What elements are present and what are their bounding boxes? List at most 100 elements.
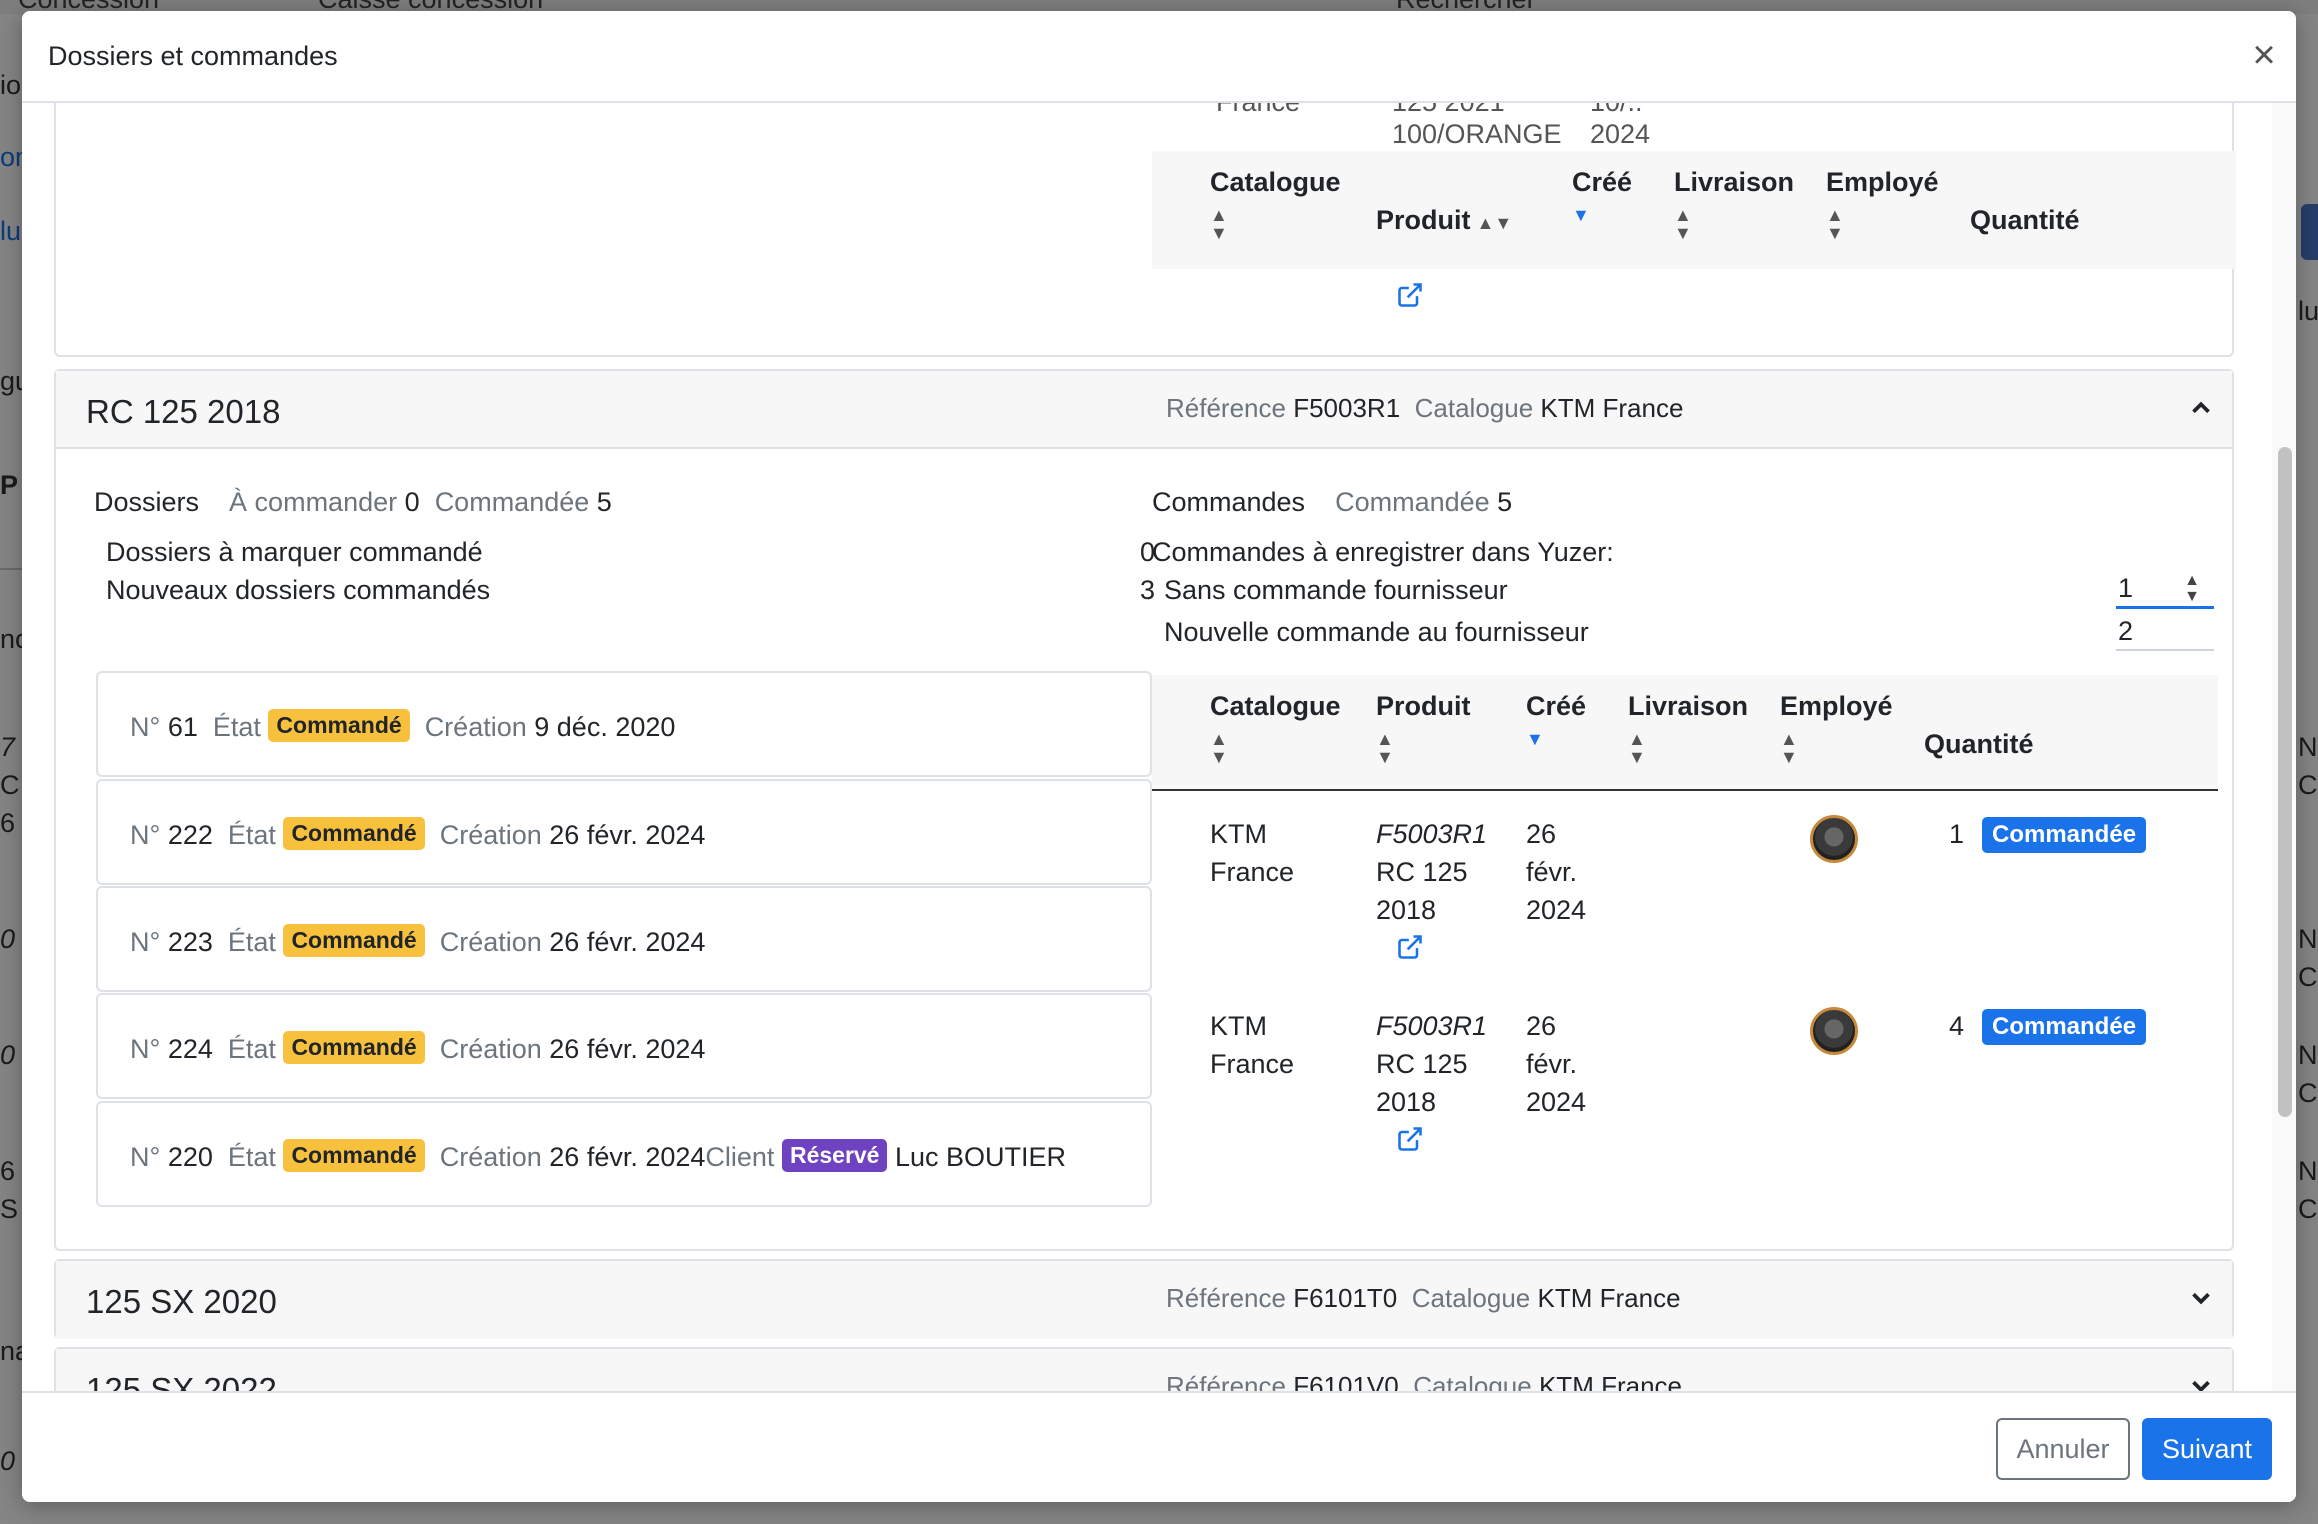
cree-cell: 26 févr. 2024 — [1526, 1007, 1586, 1121]
etat-label: État — [227, 927, 276, 957]
modal-footer: Annuler Suivant — [22, 1391, 2296, 1502]
creation-value: 26 févr. 2024 — [549, 820, 706, 850]
column-header-employe[interactable]: Employé ▲ ▼ — [1826, 167, 1939, 242]
dossier-line: N° 61 État Commandé Création 9 déc. 2020 — [130, 709, 675, 743]
card-header[interactable]: 125 SX 2020 Référence F6101T0 Catalogue … — [56, 1261, 2232, 1339]
external-link-icon[interactable] — [1396, 1125, 1424, 1153]
status-badge: Commandé — [268, 709, 410, 742]
catalogue-value: KTM France — [1540, 393, 1684, 423]
column-header-cree[interactable]: Créé ▼ — [1526, 691, 1586, 748]
external-link-icon[interactable] — [1396, 281, 1424, 309]
column-header-produit[interactable]: Produit ▲ ▼ — [1376, 691, 1471, 766]
sort-icon[interactable]: ▲▼ — [1477, 213, 1513, 233]
etat-label: État — [227, 820, 276, 850]
column-header-produit[interactable]: Produit ▲▼ — [1376, 205, 1512, 236]
dossier-line: N° 224 État Commandé Création 26 févr. 2… — [130, 1031, 705, 1065]
nouvelle-commande-label: Nouvelle commande au fournisseur — [1164, 617, 1589, 647]
status-badge: Commandée — [1982, 1009, 2147, 1045]
status-badge: Commandé — [283, 924, 425, 957]
column-header-livraison[interactable]: Livraison ▲ ▼ — [1628, 691, 1748, 766]
card-header[interactable]: RC 125 2018 Référence F5003R1 Catalogue … — [56, 371, 2232, 449]
external-link-icon[interactable] — [1396, 933, 1424, 961]
column-header-livraison[interactable]: Livraison ▲ ▼ — [1674, 167, 1794, 242]
column-header-label: Catalogue — [1210, 167, 1341, 197]
card-title: RC 125 2018 — [86, 393, 281, 430]
dossiers-a-marquer-label: Dossiers à marquer commandé — [106, 537, 483, 567]
client-name: Luc BOUTIER — [895, 1142, 1067, 1172]
client-status-badge: Réservé — [781, 1139, 888, 1172]
creation-value: 26 févr. 2024 — [549, 927, 706, 957]
column-header-catalogue[interactable]: Catalogue ▲ ▼ — [1210, 167, 1341, 242]
sort-icon[interactable]: ▲▼ — [1376, 730, 1471, 766]
reference-label: Référence — [1166, 1283, 1286, 1313]
previous-card: France 125 2021 100/ORANGE 10/.. 2024 Ca… — [54, 103, 2236, 357]
a-commander-label: À commander — [229, 487, 398, 517]
sort-icon[interactable]: ▲▼ — [1210, 730, 1341, 766]
dossier-item[interactable]: N° 220 État Commandé Création 26 févr. 2… — [96, 1101, 1152, 1207]
status-badge: Commandé — [283, 1139, 425, 1172]
creation-label: Création — [439, 927, 542, 957]
scrollbar-thumb[interactable] — [2278, 447, 2292, 1117]
etat-label: État — [227, 1142, 276, 1172]
quantite-cell: 4 — [1948, 1011, 1964, 1041]
sort-icon[interactable]: ▲▼ — [1826, 206, 1939, 242]
column-header-label: Livraison — [1674, 167, 1795, 197]
column-header-label: Catalogue — [1210, 691, 1341, 721]
chevron-up-icon[interactable] — [2186, 393, 2216, 423]
column-header-catalogue[interactable]: Catalogue ▲ ▼ — [1210, 691, 1341, 766]
creation-value: 9 déc. 2020 — [534, 712, 676, 742]
nouveaux-dossiers-value: 3 — [1140, 575, 1156, 605]
card-title: 125 SX 2020 — [86, 1283, 277, 1320]
sort-desc-icon[interactable]: ▼ — [1526, 730, 1586, 748]
numero-label: N° — [130, 712, 161, 742]
product-ref: F5003R1 — [1376, 819, 1488, 849]
dossier-item[interactable]: N° 222 État Commandé Création 26 févr. 2… — [96, 779, 1152, 885]
chevron-down-icon[interactable] — [2186, 1283, 2216, 1313]
dossier-item[interactable]: N° 223 État Commandé Création 26 févr. 2… — [96, 886, 1152, 992]
numero-value: 224 — [167, 1034, 213, 1064]
creation-value: 26 févr. 2024 — [549, 1034, 706, 1064]
catalogue-label: Catalogue — [1411, 1283, 1531, 1313]
dossier-item[interactable]: N° 61 État Commandé Création 9 déc. 2020 — [96, 671, 1152, 777]
quantite-cell: 1 — [1948, 819, 1964, 849]
sort-icon[interactable]: ▲▼ — [1628, 730, 1748, 766]
nouvelle-commande-input[interactable] — [2116, 613, 2214, 651]
etat-label: État — [227, 1034, 276, 1064]
number-spinner-icon[interactable]: ▲ ▼ — [2182, 573, 2202, 607]
column-header-employe[interactable]: Employé ▲ ▼ — [1780, 691, 1893, 766]
sort-icon[interactable]: ▲▼ — [1674, 206, 1794, 242]
product-ref: F5003R1 — [1376, 1011, 1488, 1041]
status-badge: Commandé — [283, 1031, 425, 1064]
column-header-label: Livraison — [1628, 691, 1749, 721]
column-header-label: Employé — [1780, 691, 1893, 721]
column-header-cree[interactable]: Créé ▼ — [1572, 167, 1632, 224]
catalogue-value: KTM France — [1537, 1283, 1681, 1313]
client-label: Client — [705, 1142, 775, 1172]
numero-label: N° — [130, 820, 161, 850]
employee-avatar — [1810, 815, 1858, 863]
next-button[interactable]: Suivant — [2142, 1418, 2272, 1480]
dossier-item[interactable]: N° 224 État Commandé Création 26 févr. 2… — [96, 993, 1152, 1099]
date-month: févr. — [1526, 857, 1578, 887]
numero-value: 223 — [167, 927, 213, 957]
modal-title: Dossiers et commandes — [48, 41, 338, 71]
sort-desc-icon[interactable]: ▼ — [1572, 206, 1632, 224]
numero-value: 222 — [167, 820, 213, 850]
reference-value: F5003R1 — [1293, 393, 1401, 423]
clipped-text: 100/ORANGE — [1392, 119, 1562, 149]
sort-icon[interactable]: ▲▼ — [1210, 206, 1341, 242]
cancel-button[interactable]: Annuler — [1996, 1418, 2130, 1480]
product-year: 2018 — [1376, 1087, 1437, 1117]
catalogue-line: France — [1210, 857, 1295, 887]
modal-header: Dossiers et commandes × — [22, 11, 2296, 103]
date-day: 26 — [1526, 819, 1557, 849]
reference-label: Référence — [1166, 393, 1286, 423]
sort-icon[interactable]: ▲▼ — [1780, 730, 1893, 766]
close-icon[interactable]: × — [2244, 31, 2284, 79]
commandes-summary: Commandes Commandée 5 — [1152, 487, 1512, 518]
product-name: RC 125 — [1376, 857, 1468, 887]
employee-avatar — [1810, 1007, 1858, 1055]
column-header-quantite: Quantité — [1924, 729, 2034, 759]
dossiers-commandes-modal: Dossiers et commandes × France 125 2021 … — [22, 11, 2296, 1502]
modal-body[interactable]: France 125 2021 100/ORANGE 10/.. 2024 Ca… — [22, 103, 2296, 1401]
